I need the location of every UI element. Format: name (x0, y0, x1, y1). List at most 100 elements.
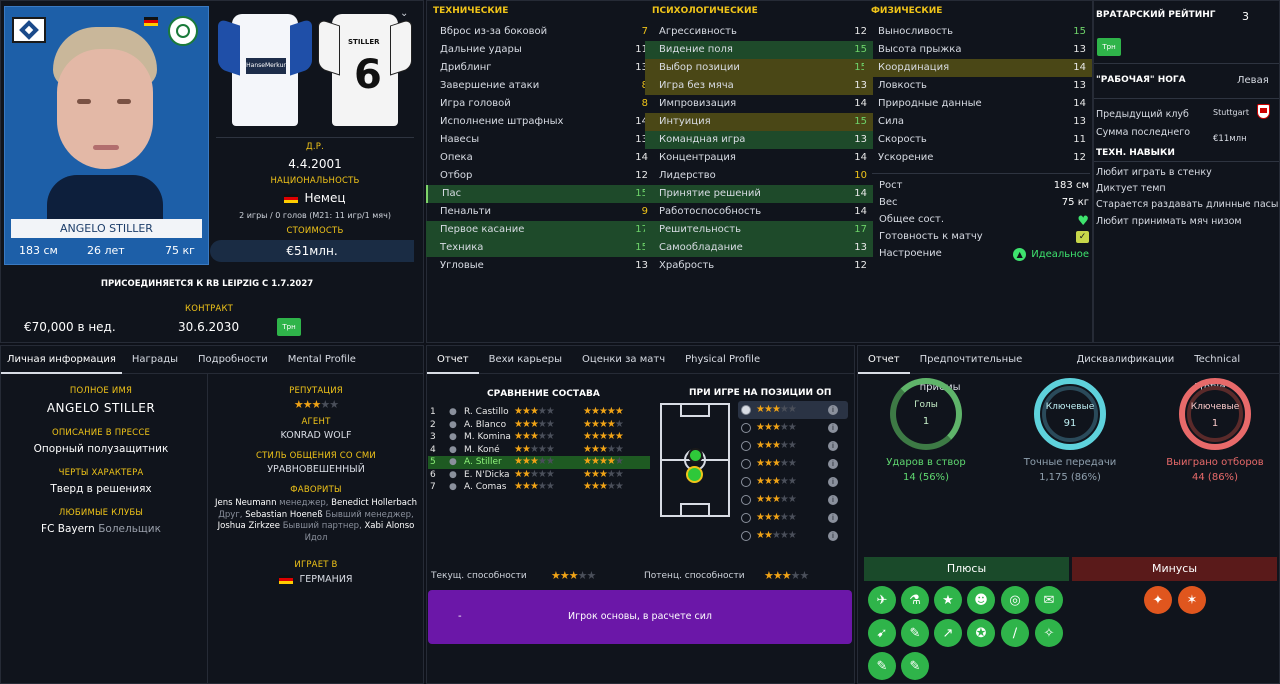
role-row[interactable]: ★★★★★ i (738, 401, 848, 419)
radio-icon[interactable] (741, 531, 751, 541)
info-icon[interactable]: i (828, 405, 838, 415)
tab-preferred-moves[interactable]: Предпочтительные приемы (910, 346, 1067, 393)
tackles-gauge[interactable]: Ключевые 1 (1179, 378, 1251, 450)
tab-technical-profile[interactable]: Technical Profile (1184, 346, 1279, 393)
strength-icon[interactable]: ✉ (1035, 586, 1063, 614)
value-box[interactable]: €51млн. (210, 240, 414, 262)
tab-match-ratings[interactable]: Оценки за матч (572, 346, 675, 374)
attribute-row[interactable]: Концентрация 14 (645, 149, 873, 167)
attribute-row[interactable]: Навесы 13 (426, 131, 654, 149)
tab-physical-profile[interactable]: Physical Profile (675, 346, 770, 374)
plays-in-value[interactable]: ГЕРМАНИЯ (299, 574, 352, 585)
radio-icon[interactable] (741, 423, 751, 433)
attribute-row[interactable]: Принятие решений 14 (645, 185, 873, 203)
squad-row[interactable]: 1 ● R. Castillo ★★★★★ ★★★★★ (428, 406, 650, 419)
role-row[interactable]: ★★★★★ i (738, 437, 848, 455)
strength-icon[interactable]: ◎ (1001, 586, 1029, 614)
info-icon[interactable]: i (828, 477, 838, 487)
tab-suspensions[interactable]: Дисквалификации (1066, 346, 1184, 374)
attribute-row[interactable]: Лидерство 10 (645, 167, 873, 185)
info-icon[interactable]: i (828, 495, 838, 505)
attribute-row[interactable]: Сила 13 (864, 113, 1092, 131)
attribute-row[interactable]: Выносливость 15 (864, 23, 1092, 41)
strength-icon[interactable]: ★ (934, 586, 962, 614)
strength-icon[interactable]: ✎ (901, 619, 929, 647)
kit-dropdown-chevron-icon[interactable]: ⌄ (400, 8, 408, 19)
attribute-row[interactable]: Отбор 12 (426, 167, 654, 185)
attribute-row[interactable]: Интуиция 15 (645, 113, 873, 131)
squad-player-name[interactable]: A. Blanco (464, 419, 506, 432)
strength-icon[interactable]: ⚗ (901, 586, 929, 614)
attribute-row[interactable]: Игра головой 8 (426, 95, 654, 113)
attribute-row[interactable]: Природные данные 14 (864, 95, 1092, 113)
radio-icon[interactable] (741, 441, 751, 451)
info-icon[interactable]: i (828, 441, 838, 451)
attribute-row[interactable]: Угловые 13 (426, 257, 654, 275)
goals-gauge[interactable]: Голы 1 (890, 378, 962, 450)
favourite-person[interactable]: Joshua Zirkzee (218, 521, 280, 531)
attribute-row[interactable]: Командная игра 13 (645, 131, 873, 149)
squad-player-name[interactable]: R. Castillo (464, 406, 509, 419)
radio-icon[interactable] (741, 405, 751, 415)
attribute-row[interactable]: Пас 15 (426, 185, 654, 203)
attribute-row[interactable]: Импровизация 14 (645, 95, 873, 113)
passes-gauge[interactable]: Ключевые 91 (1034, 378, 1106, 450)
attribute-row[interactable]: Техника 15 (426, 239, 654, 257)
strength-icon[interactable]: ☻ (967, 586, 995, 614)
attribute-row[interactable]: Выбор позиции 15 (645, 59, 873, 77)
squad-player-name[interactable]: A. Comas (464, 481, 506, 494)
contract-badge[interactable]: Трн (277, 318, 301, 336)
radio-icon[interactable] (741, 495, 751, 505)
info-icon[interactable]: i (828, 513, 838, 523)
strength-icon[interactable]: ∕ (1001, 619, 1029, 647)
attribute-row[interactable]: Решительность 17 (645, 221, 873, 239)
attribute-row[interactable]: Координация 14 (864, 59, 1092, 77)
tab-personal-info[interactable]: Личная информация (1, 346, 122, 374)
strength-icon[interactable]: ↗ (934, 619, 962, 647)
strength-icon[interactable]: ✎ (901, 652, 929, 680)
tab-career-milestones[interactable]: Вехи карьеры (479, 346, 572, 374)
attribute-row[interactable]: Исполнение штрафных 14 (426, 113, 654, 131)
info-icon[interactable]: i (828, 423, 838, 433)
radio-icon[interactable] (741, 477, 751, 487)
info-icon[interactable]: i (828, 531, 838, 541)
info-icon[interactable]: i (828, 459, 838, 469)
attribute-row[interactable]: Ловкость 13 (864, 77, 1092, 95)
favourite-person[interactable]: Jens Neumann (215, 498, 277, 508)
strength-icon[interactable]: ➹ (868, 619, 896, 647)
squad-player-name[interactable]: E. N'Dicka (464, 469, 510, 482)
role-row[interactable]: ★★★★★ i (738, 509, 848, 527)
player-card[interactable]: ANGELO STILLER 183 см 26 лет 75 кг (4, 6, 209, 265)
role-row[interactable]: ★★★★★ i (738, 527, 848, 545)
strength-icon[interactable]: ✧ (1035, 619, 1063, 647)
role-row[interactable]: ★★★★★ i (738, 455, 848, 473)
tab-awards[interactable]: Награды (122, 346, 188, 374)
weakness-icon[interactable]: ✦ (1144, 586, 1172, 614)
squad-row[interactable]: 6 ● E. N'Dicka ★★★★★ ★★★★★ (428, 469, 650, 482)
weakness-icon[interactable]: ✶ (1178, 586, 1206, 614)
attribute-row[interactable]: Видение поля 15 (645, 41, 873, 59)
attribute-row[interactable]: Опека 14 (426, 149, 654, 167)
gk-badge[interactable]: Трн (1097, 38, 1121, 56)
radio-icon[interactable] (741, 513, 751, 523)
favourite-person[interactable]: Xabi Alonso (364, 521, 414, 531)
attribute-row[interactable]: Храбрость 12 (645, 257, 873, 275)
attribute-row[interactable]: Первое касание 17 (426, 221, 654, 239)
attribute-row[interactable]: Завершение атаки8 (426, 77, 654, 95)
squad-row[interactable]: 7 ● A. Comas ★★★★★ ★★★★★ (428, 481, 650, 494)
squad-row[interactable]: 5 ● A. Stiller ★★★★★ ★★★★★ (428, 456, 650, 469)
squad-role-box[interactable]: - Игрок основы, в расчете сил (428, 590, 852, 644)
attribute-row[interactable]: Самообладание 13 (645, 239, 873, 257)
squad-player-name[interactable]: A. Stiller (464, 456, 502, 469)
squad-player-name[interactable]: M. Koné (464, 444, 500, 457)
squad-row[interactable]: 4 ● M. Koné ★★★★★ ★★★★★ (428, 444, 650, 457)
radio-icon[interactable] (741, 459, 751, 469)
attribute-row[interactable]: Агрессивность 12 (645, 23, 873, 41)
tab-mental-profile[interactable]: Mental Profile (278, 346, 366, 374)
tab-stats-report[interactable]: Отчет (858, 346, 910, 374)
role-row[interactable]: ★★★★★ i (738, 473, 848, 491)
role-row[interactable]: ★★★★★ i (738, 419, 848, 437)
squad-row[interactable]: 2 ● A. Blanco ★★★★★ ★★★★★ (428, 419, 650, 432)
attribute-row[interactable]: Ускорение 12 (864, 149, 1092, 167)
attribute-row[interactable]: Дриблинг 13 (426, 59, 654, 77)
